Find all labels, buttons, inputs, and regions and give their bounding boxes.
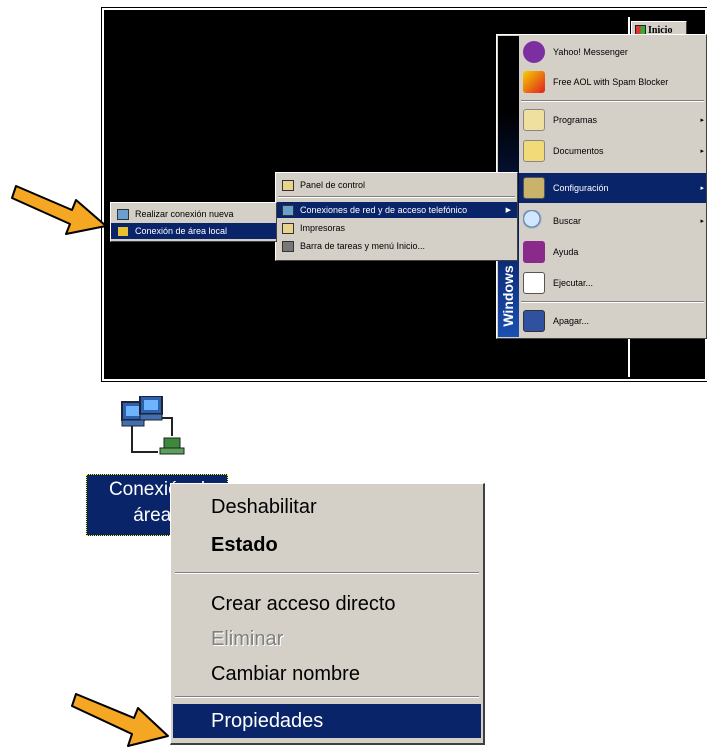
- menu-separator: [175, 572, 479, 574]
- submenu-item-label: Realizar conexión nueva: [135, 209, 234, 219]
- context-menu: Deshabilitar Estado Crear acceso directo…: [170, 483, 485, 745]
- lan-connection-icon: [117, 225, 129, 237]
- run-icon: [523, 272, 545, 294]
- context-item-crear-acceso[interactable]: Crear acceso directo: [173, 587, 481, 621]
- network-connections-icon: [282, 204, 294, 216]
- start-item-label: Buscar: [553, 216, 582, 226]
- pointer-arrow-icon: [71, 693, 169, 747]
- start-item-label: Documentos: [553, 146, 604, 156]
- submenu-item-conexiones-red[interactable]: Conexiones de red y de acceso telefónico…: [276, 202, 517, 218]
- context-item-label: Propiedades: [211, 709, 324, 732]
- yahoo-messenger-icon: [523, 41, 545, 63]
- help-book-icon: [523, 241, 545, 263]
- submenu-arrow-icon: ▸: [700, 117, 704, 124]
- submenu-arrow-icon: ▸: [700, 148, 704, 155]
- search-icon: [523, 210, 545, 232]
- submenu-item-panel-control[interactable]: Panel de control: [276, 177, 517, 193]
- submenu-arrow-icon: ▸: [700, 185, 704, 192]
- start-item-aol[interactable]: Free AOL with Spam Blocker: [519, 67, 706, 97]
- start-item-label: Programas: [553, 115, 598, 125]
- menu-separator: [521, 301, 704, 303]
- submenu-arrow-icon: ▶: [505, 207, 511, 214]
- start-item-ayuda[interactable]: Ayuda: [519, 237, 706, 267]
- documents-folder-icon: [523, 140, 545, 162]
- submenu-item-conexion-local[interactable]: Conexión de área local: [111, 223, 276, 239]
- start-item-label: Free AOL with Spam Blocker: [553, 77, 669, 87]
- submenu-item-impresoras[interactable]: Impresoras: [276, 220, 517, 236]
- start-item-label: Configuración: [553, 183, 609, 193]
- control-panel-icon: [282, 179, 294, 191]
- submenu-arrow-icon: ▸: [700, 218, 704, 225]
- menu-separator: [278, 196, 515, 198]
- start-item-buscar[interactable]: Buscar ▸: [519, 206, 706, 236]
- submenu-item-label: Conexión de área local: [135, 226, 228, 236]
- start-item-ejecutar[interactable]: Ejecutar...: [519, 268, 706, 298]
- context-item-label: Estado: [211, 533, 278, 556]
- new-connection-icon: [117, 208, 129, 220]
- start-item-programas[interactable]: Programas ▸: [519, 105, 706, 135]
- start-item-label: Ayuda: [553, 247, 579, 257]
- printers-icon: [282, 222, 294, 234]
- context-item-eliminar[interactable]: Eliminar: [173, 622, 481, 656]
- submenu-item-barra-tareas[interactable]: Barra de tareas y menú Inicio...: [276, 238, 517, 254]
- start-menu: Windows sional Yahoo! Messenger Free AOL…: [496, 34, 707, 339]
- context-item-estado[interactable]: Estado: [173, 528, 481, 562]
- context-item-propiedades[interactable]: Propiedades: [173, 704, 481, 738]
- start-item-yahoo[interactable]: Yahoo! Messenger: [519, 37, 706, 67]
- context-item-deshabilitar[interactable]: Deshabilitar: [173, 490, 481, 524]
- context-item-label: Deshabilitar: [211, 495, 317, 518]
- settings-submenu: Panel de control Conexiones de red y de …: [275, 172, 518, 261]
- start-item-configuracion[interactable]: Configuración ▸: [519, 173, 706, 203]
- submenu-item-label: Conexiones de red y de acceso telefónico: [300, 205, 468, 215]
- shutdown-icon: [523, 310, 545, 332]
- start-item-apagar[interactable]: Apagar...: [519, 306, 706, 336]
- context-item-label: Cambiar nombre: [211, 662, 360, 685]
- submenu-item-nueva-conexion[interactable]: Realizar conexión nueva: [111, 206, 276, 222]
- submenu-item-label: Barra de tareas y menú Inicio...: [300, 241, 426, 251]
- start-item-label: Apagar...: [553, 316, 590, 326]
- menu-separator: [521, 100, 704, 102]
- taskbar-icon: [282, 240, 294, 252]
- aol-icon: [523, 71, 545, 93]
- programs-folder-icon: [523, 109, 545, 131]
- start-item-documentos[interactable]: Documentos ▸: [519, 136, 706, 166]
- settings-icon: [523, 177, 545, 199]
- network-submenu: Realizar conexión nueva Conexión de área…: [110, 202, 277, 242]
- pointer-arrow-icon: [11, 185, 107, 235]
- submenu-item-label: Impresoras: [300, 223, 346, 233]
- menu-separator: [175, 696, 479, 698]
- context-item-cambiar-nombre[interactable]: Cambiar nombre: [173, 657, 481, 691]
- context-item-label: Crear acceso directo: [211, 592, 396, 615]
- start-item-label: Ejecutar...: [553, 278, 594, 288]
- submenu-item-label: Panel de control: [300, 180, 366, 190]
- network-connection-icon[interactable]: [118, 396, 198, 460]
- start-item-label: Yahoo! Messenger: [553, 47, 628, 57]
- context-item-label: Eliminar: [211, 627, 284, 650]
